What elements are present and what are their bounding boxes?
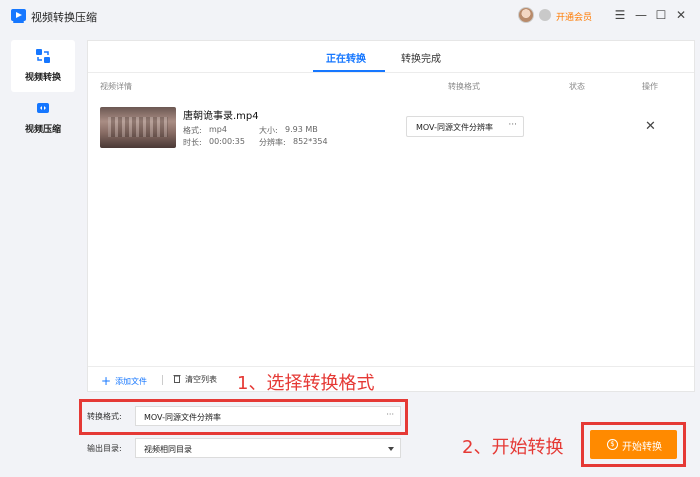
convert-format-value: MOV-同源文件分辨率	[144, 413, 221, 422]
resolution-value: 852*354	[293, 137, 328, 146]
list-toolbar: + 添加文件 清空列表	[88, 366, 694, 392]
remove-icon[interactable]: ✕	[645, 119, 656, 134]
column-header-format: 转换格式	[448, 82, 480, 91]
tab-converting[interactable]: 正在转换	[326, 50, 366, 65]
divider	[162, 375, 163, 385]
start-convert-button[interactable]: $ 开始转换	[590, 430, 677, 459]
column-header-action: 操作	[642, 82, 658, 91]
app-title: 视频转换压缩	[31, 11, 97, 24]
minimize-icon[interactable]: —	[632, 6, 650, 24]
file-name: 唐朝诡事录.mp4	[183, 111, 259, 122]
convert-format-selector[interactable]: MOV-同源文件分辨率 ···	[135, 406, 401, 426]
title-bar: 视频转换压缩 开通会员 ☰ — ☐ ✕	[0, 0, 700, 32]
sidebar-item-label: 视频转换	[24, 73, 61, 83]
duration-label: 时长:	[183, 138, 202, 147]
video-compress-icon	[37, 103, 49, 113]
resolution-label: 分辨率:	[259, 138, 286, 147]
format-value: mp4	[209, 125, 227, 134]
coin-icon: $	[607, 439, 618, 450]
sidebar-item-video-compress[interactable]: 视频压缩	[11, 92, 75, 144]
app-logo-icon	[11, 9, 26, 23]
output-dir-value: 视频相同目录	[144, 445, 192, 454]
more-icon: ···	[508, 120, 517, 130]
main-panel: 正在转换 转换完成 视频详情 转换格式 状态 操作 唐朝诡事录.mp4 格式: …	[87, 40, 695, 392]
row-format-value: MOV-同源文件分辨率	[416, 123, 493, 132]
clear-list-label: 清空列表	[185, 375, 217, 384]
duration-value: 00:00:35	[209, 137, 245, 146]
convert-format-label: 转换格式:	[87, 412, 122, 421]
row-format-selector[interactable]: MOV-同源文件分辨率 ···	[406, 116, 524, 137]
vip-icon[interactable]	[539, 9, 551, 21]
maximize-icon[interactable]: ☐	[652, 6, 670, 24]
add-file-label: 添加文件	[115, 377, 148, 386]
sidebar: 视频转换 视频压缩	[11, 40, 75, 477]
close-icon[interactable]: ✕	[672, 6, 690, 24]
video-convert-icon	[36, 49, 50, 63]
trash-icon	[173, 375, 181, 383]
add-file-button[interactable]: + 添加文件	[101, 373, 148, 388]
plus-icon: +	[101, 374, 112, 388]
annotation-step2: 2、开始转换	[462, 437, 564, 458]
sidebar-item-label: 视频压缩	[24, 125, 61, 135]
divider	[88, 72, 694, 73]
avatar[interactable]	[518, 7, 534, 23]
size-label: 大小:	[259, 126, 278, 135]
clear-list-button[interactable]: 清空列表	[173, 374, 217, 385]
video-thumbnail	[100, 107, 176, 148]
tab-completed[interactable]: 转换完成	[401, 50, 441, 65]
more-icon: ···	[386, 410, 394, 419]
output-dir-label: 输出目录:	[87, 444, 122, 453]
format-label: 格式:	[183, 126, 202, 135]
sidebar-item-video-convert[interactable]: 视频转换	[11, 40, 75, 92]
annotation-step1: 1、选择转换格式	[237, 373, 375, 394]
vip-link[interactable]: 开通会员	[556, 10, 592, 23]
output-dir-select[interactable]: 视频相同目录	[135, 438, 401, 458]
column-header-status: 状态	[569, 82, 585, 91]
menu-icon[interactable]: ☰	[611, 6, 629, 24]
size-value: 9.93 MB	[285, 125, 318, 134]
column-header-details: 视频详情	[100, 82, 132, 91]
chevron-down-icon	[388, 447, 394, 451]
start-convert-label: 开始转换	[622, 442, 662, 453]
